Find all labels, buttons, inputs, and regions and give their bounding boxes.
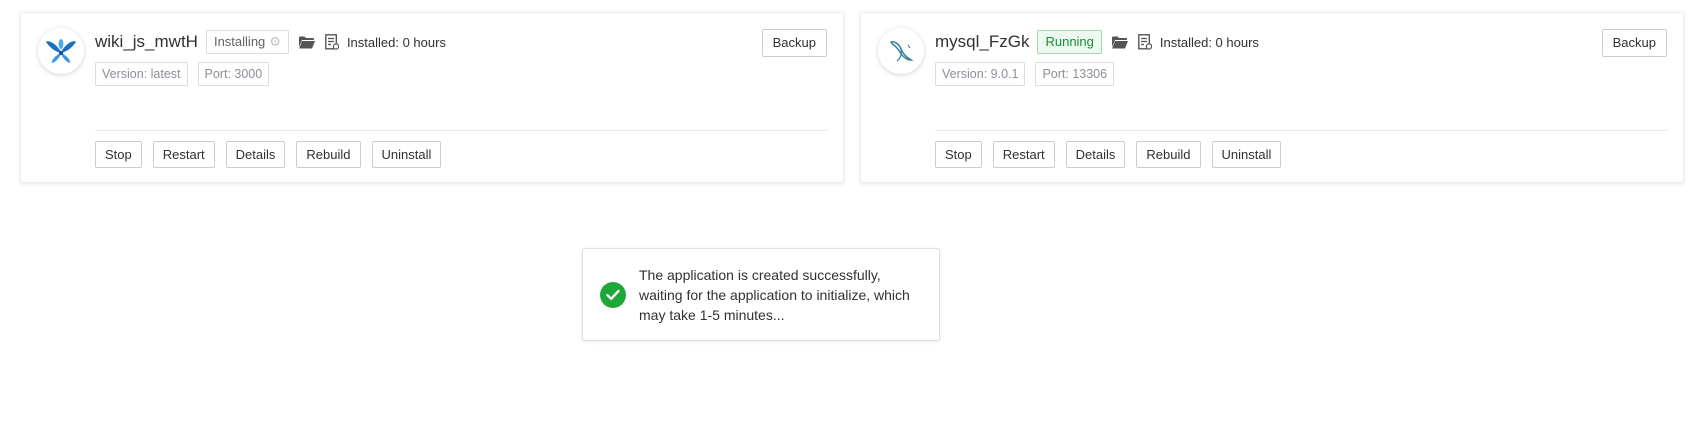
log-file-icon[interactable] bbox=[325, 34, 339, 50]
folder-icon[interactable] bbox=[298, 36, 315, 49]
status-badge: Running bbox=[1037, 30, 1102, 54]
stop-button[interactable]: Stop bbox=[935, 141, 982, 168]
loading-gear-icon: ⚙ bbox=[269, 34, 281, 49]
uninstall-button[interactable]: Uninstall bbox=[1211, 141, 1282, 168]
port-tag: Port: 13306 bbox=[1035, 62, 1115, 86]
rebuild-button[interactable]: Rebuild bbox=[1136, 141, 1201, 168]
stop-button[interactable]: Stop bbox=[95, 141, 142, 168]
app-card-wiki: wiki_js_mwtH Installing ⚙ Installed: 0 h… bbox=[20, 12, 844, 183]
installed-time: Installed: 0 hours bbox=[346, 34, 446, 50]
app-avatar bbox=[878, 28, 924, 74]
divider bbox=[95, 130, 827, 131]
status-label: Running bbox=[1045, 34, 1094, 49]
details-button[interactable]: Details bbox=[1065, 141, 1126, 168]
port-tag: Port: 3000 bbox=[197, 62, 270, 86]
uninstall-button[interactable]: Uninstall bbox=[371, 141, 442, 168]
wiki-js-logo-icon bbox=[46, 39, 76, 63]
app-name[interactable]: wiki_js_mwtH bbox=[95, 32, 198, 52]
check-circle-icon bbox=[600, 282, 626, 308]
status-badge: Installing ⚙ bbox=[205, 30, 289, 54]
mysql-logo-icon bbox=[889, 41, 914, 62]
details-button[interactable]: Details bbox=[225, 141, 286, 168]
divider bbox=[935, 130, 1667, 131]
action-bar: Stop Restart Details Rebuild Uninstall bbox=[95, 141, 452, 168]
folder-icon[interactable] bbox=[1111, 36, 1128, 49]
app-card-mysql: mysql_FzGk Running Installed: 0 hours Ve… bbox=[860, 12, 1684, 183]
app-name[interactable]: mysql_FzGk bbox=[935, 32, 1029, 52]
backup-button[interactable]: Backup bbox=[1601, 29, 1667, 57]
log-file-icon[interactable] bbox=[1138, 34, 1152, 50]
rebuild-button[interactable]: Rebuild bbox=[296, 141, 361, 168]
restart-button[interactable]: Restart bbox=[152, 141, 215, 168]
success-toast: The application is created successfully,… bbox=[582, 248, 940, 341]
version-tag: Version: 9.0.1 bbox=[935, 62, 1026, 86]
backup-button[interactable]: Backup bbox=[761, 29, 827, 57]
status-label: Installing bbox=[213, 34, 266, 49]
app-avatar bbox=[38, 28, 84, 74]
action-bar: Stop Restart Details Rebuild Uninstall bbox=[935, 141, 1292, 168]
version-tag: Version: latest bbox=[95, 62, 188, 86]
installed-time: Installed: 0 hours bbox=[1159, 34, 1259, 50]
restart-button[interactable]: Restart bbox=[992, 141, 1055, 168]
toast-message: The application is created successfully,… bbox=[639, 267, 910, 323]
